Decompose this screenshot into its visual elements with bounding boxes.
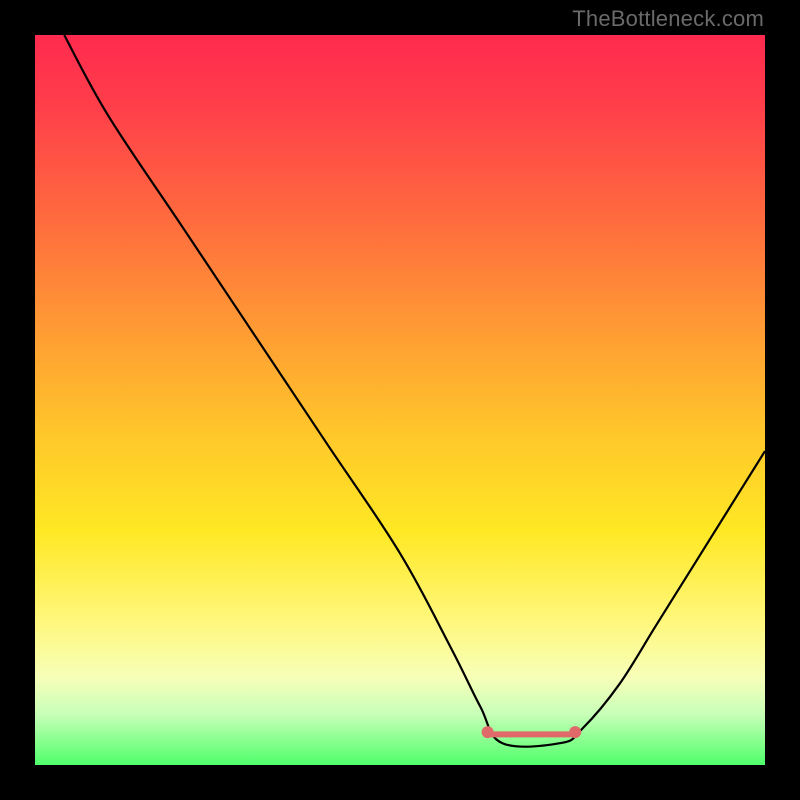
flat-left-dot [482,726,494,738]
bottleneck-curve [64,35,765,747]
chart-frame [35,35,765,765]
watermark-text: TheBottleneck.com [572,6,764,32]
flat-right-dot [569,726,581,738]
chart-overlay-svg [35,35,765,765]
